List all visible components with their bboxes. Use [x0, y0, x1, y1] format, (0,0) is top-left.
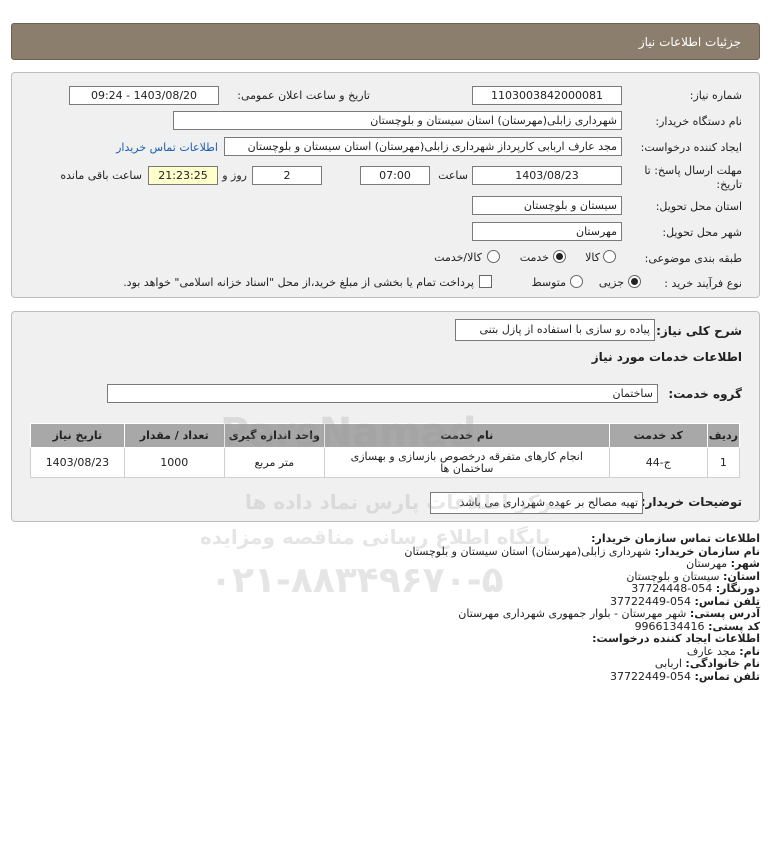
- announce-label: تاریخ و ساعت اعلان عمومی:: [237, 89, 370, 102]
- need-number-field: 1103003842000081: [472, 86, 622, 105]
- deadline-label-1: مهلت ارسال پاسخ: تا: [644, 164, 742, 177]
- days-label: روز و: [222, 169, 247, 182]
- page-title: جزئیات اطلاعات نیاز: [638, 35, 741, 49]
- contact-info-link[interactable]: اطلاعات تماس خریدار: [116, 141, 218, 154]
- deadline-time-field: 07:00: [360, 166, 430, 185]
- contact-section: اطلاعات تماس سازمان خریدار: نام سازمان خ…: [0, 532, 760, 683]
- process-medium-label: متوسط: [531, 276, 566, 289]
- announce-field: 1403/08/20 - 09:24: [69, 86, 219, 105]
- table-row: 1 ج-44 انجام کارهای متفرقه درخصوص بازساز…: [30, 447, 741, 478]
- cell-name: انجام کارهای متفرقه درخصوص بازسازی و بهس…: [323, 447, 610, 478]
- process-label: نوع فرآیند خرید :: [664, 277, 742, 290]
- province-label: استان محل تحویل:: [655, 200, 742, 213]
- col-name: نام خدمت: [323, 423, 610, 448]
- service-group-field: ساختمان: [107, 384, 658, 403]
- category-goods-label: کالا: [585, 251, 600, 264]
- creator-phone: تلفن تماس: 054-37722449: [610, 669, 760, 683]
- category-label: طبقه بندی موضوعی:: [644, 252, 742, 265]
- deadline-time-label: ساعت: [438, 169, 468, 182]
- contact-org: نام سازمان خریدار: شهرداری زابلی(مهرستان…: [404, 544, 760, 558]
- buyer-notes-label: توضیحات خریدار:: [640, 495, 742, 509]
- table-header-row: ردیف کد خدمت نام خدمت واحد اندازه گیری ت…: [30, 423, 741, 448]
- cell-date: 1403/08/23: [30, 447, 125, 478]
- summary-label: شرح کلی نیاز:: [656, 324, 742, 338]
- col-date: تاریخ نیاز: [30, 423, 125, 448]
- category-service-label: خدمت: [519, 251, 549, 264]
- col-unit: واحد اندازه گیری: [223, 423, 325, 448]
- city-label: شهر محل تحویل:: [662, 226, 742, 239]
- col-qty: تعداد / مقدار: [123, 423, 225, 448]
- treasury-payment-checkbox[interactable]: [479, 275, 492, 288]
- remaining-time-field: 21:23:25: [148, 166, 218, 185]
- cell-code: ج-44: [608, 447, 708, 478]
- city-field: مهرستان: [472, 222, 622, 241]
- buyer-org-field: شهرداری زابلی(مهرستان) استان سیستان و بل…: [173, 111, 622, 130]
- creator-title: اطلاعات ایجاد کننده درخواست:: [592, 632, 760, 645]
- category-goods-service-label: کالا/خدمت: [434, 251, 482, 264]
- process-radio-minor[interactable]: [628, 275, 641, 288]
- service-group-label: گروه خدمت:: [668, 387, 742, 401]
- col-row: ردیف: [706, 423, 741, 448]
- services-title: اطلاعات خدمات مورد نیاز: [591, 350, 742, 364]
- remaining-time-label: ساعت باقی مانده: [60, 169, 142, 182]
- cell-row: 1: [706, 447, 741, 478]
- creator-label: ایجاد کننده درخواست:: [640, 141, 742, 154]
- deadline-label-2: تاریخ:: [716, 178, 742, 191]
- details-panel: [11, 311, 760, 522]
- process-radio-medium[interactable]: [570, 275, 583, 288]
- deadline-date-field: 1403/08/23: [472, 166, 622, 185]
- creator-field: مجد عارف اربابی کارپرداز شهرداری زابلی(م…: [224, 137, 622, 156]
- treasury-payment-note: پرداخت تمام یا بخشی از مبلغ خرید،از محل …: [123, 276, 474, 289]
- need-number-label: شماره نیاز:: [689, 89, 742, 102]
- buyer-notes-field: تهیه مصالح بر عهده شهرداری می باشد: [430, 492, 643, 514]
- services-table: ردیف کد خدمت نام خدمت واحد اندازه گیری ت…: [30, 423, 741, 478]
- category-radio-goods-service[interactable]: [487, 250, 500, 263]
- category-radio-service[interactable]: [553, 250, 566, 263]
- category-radio-goods[interactable]: [603, 250, 616, 263]
- creator-name: نام: مجد عارف: [686, 644, 760, 658]
- page-header: جزئیات اطلاعات نیاز: [11, 23, 760, 60]
- province-field: سیستان و بلوچستان: [472, 196, 622, 215]
- cell-qty: 1000: [123, 447, 225, 478]
- col-code: کد خدمت: [608, 423, 708, 448]
- cell-unit: متر مربع: [223, 447, 325, 478]
- buyer-org-label: نام دستگاه خریدار:: [655, 115, 742, 128]
- days-field: 2: [252, 166, 322, 185]
- process-minor-label: جزیی: [598, 276, 624, 289]
- summary-field: پیاده رو سازی با استفاده از پازل بتنی: [455, 319, 655, 341]
